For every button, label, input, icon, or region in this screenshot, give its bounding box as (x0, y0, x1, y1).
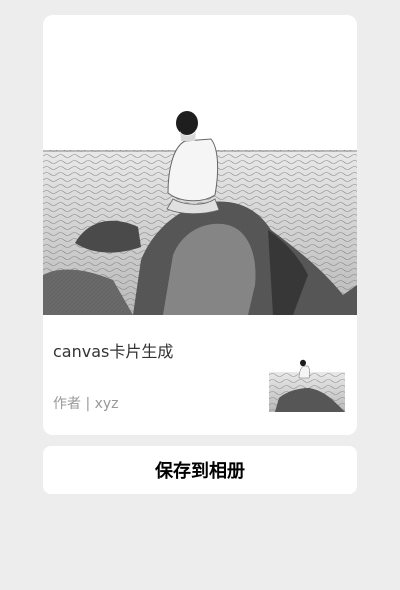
page: canvas卡片生成 作者 | xyz 保存到相册 (0, 0, 400, 590)
seaside-rock-thumbnail-icon (269, 336, 345, 412)
card-title: canvas卡片生成 (53, 342, 174, 361)
card-author: 作者 | xyz (53, 396, 119, 412)
seaside-rock-photo-icon (43, 15, 357, 315)
save-to-album-button[interactable]: 保存到相册 (43, 446, 357, 494)
poster-card: canvas卡片生成 作者 | xyz (43, 15, 357, 435)
